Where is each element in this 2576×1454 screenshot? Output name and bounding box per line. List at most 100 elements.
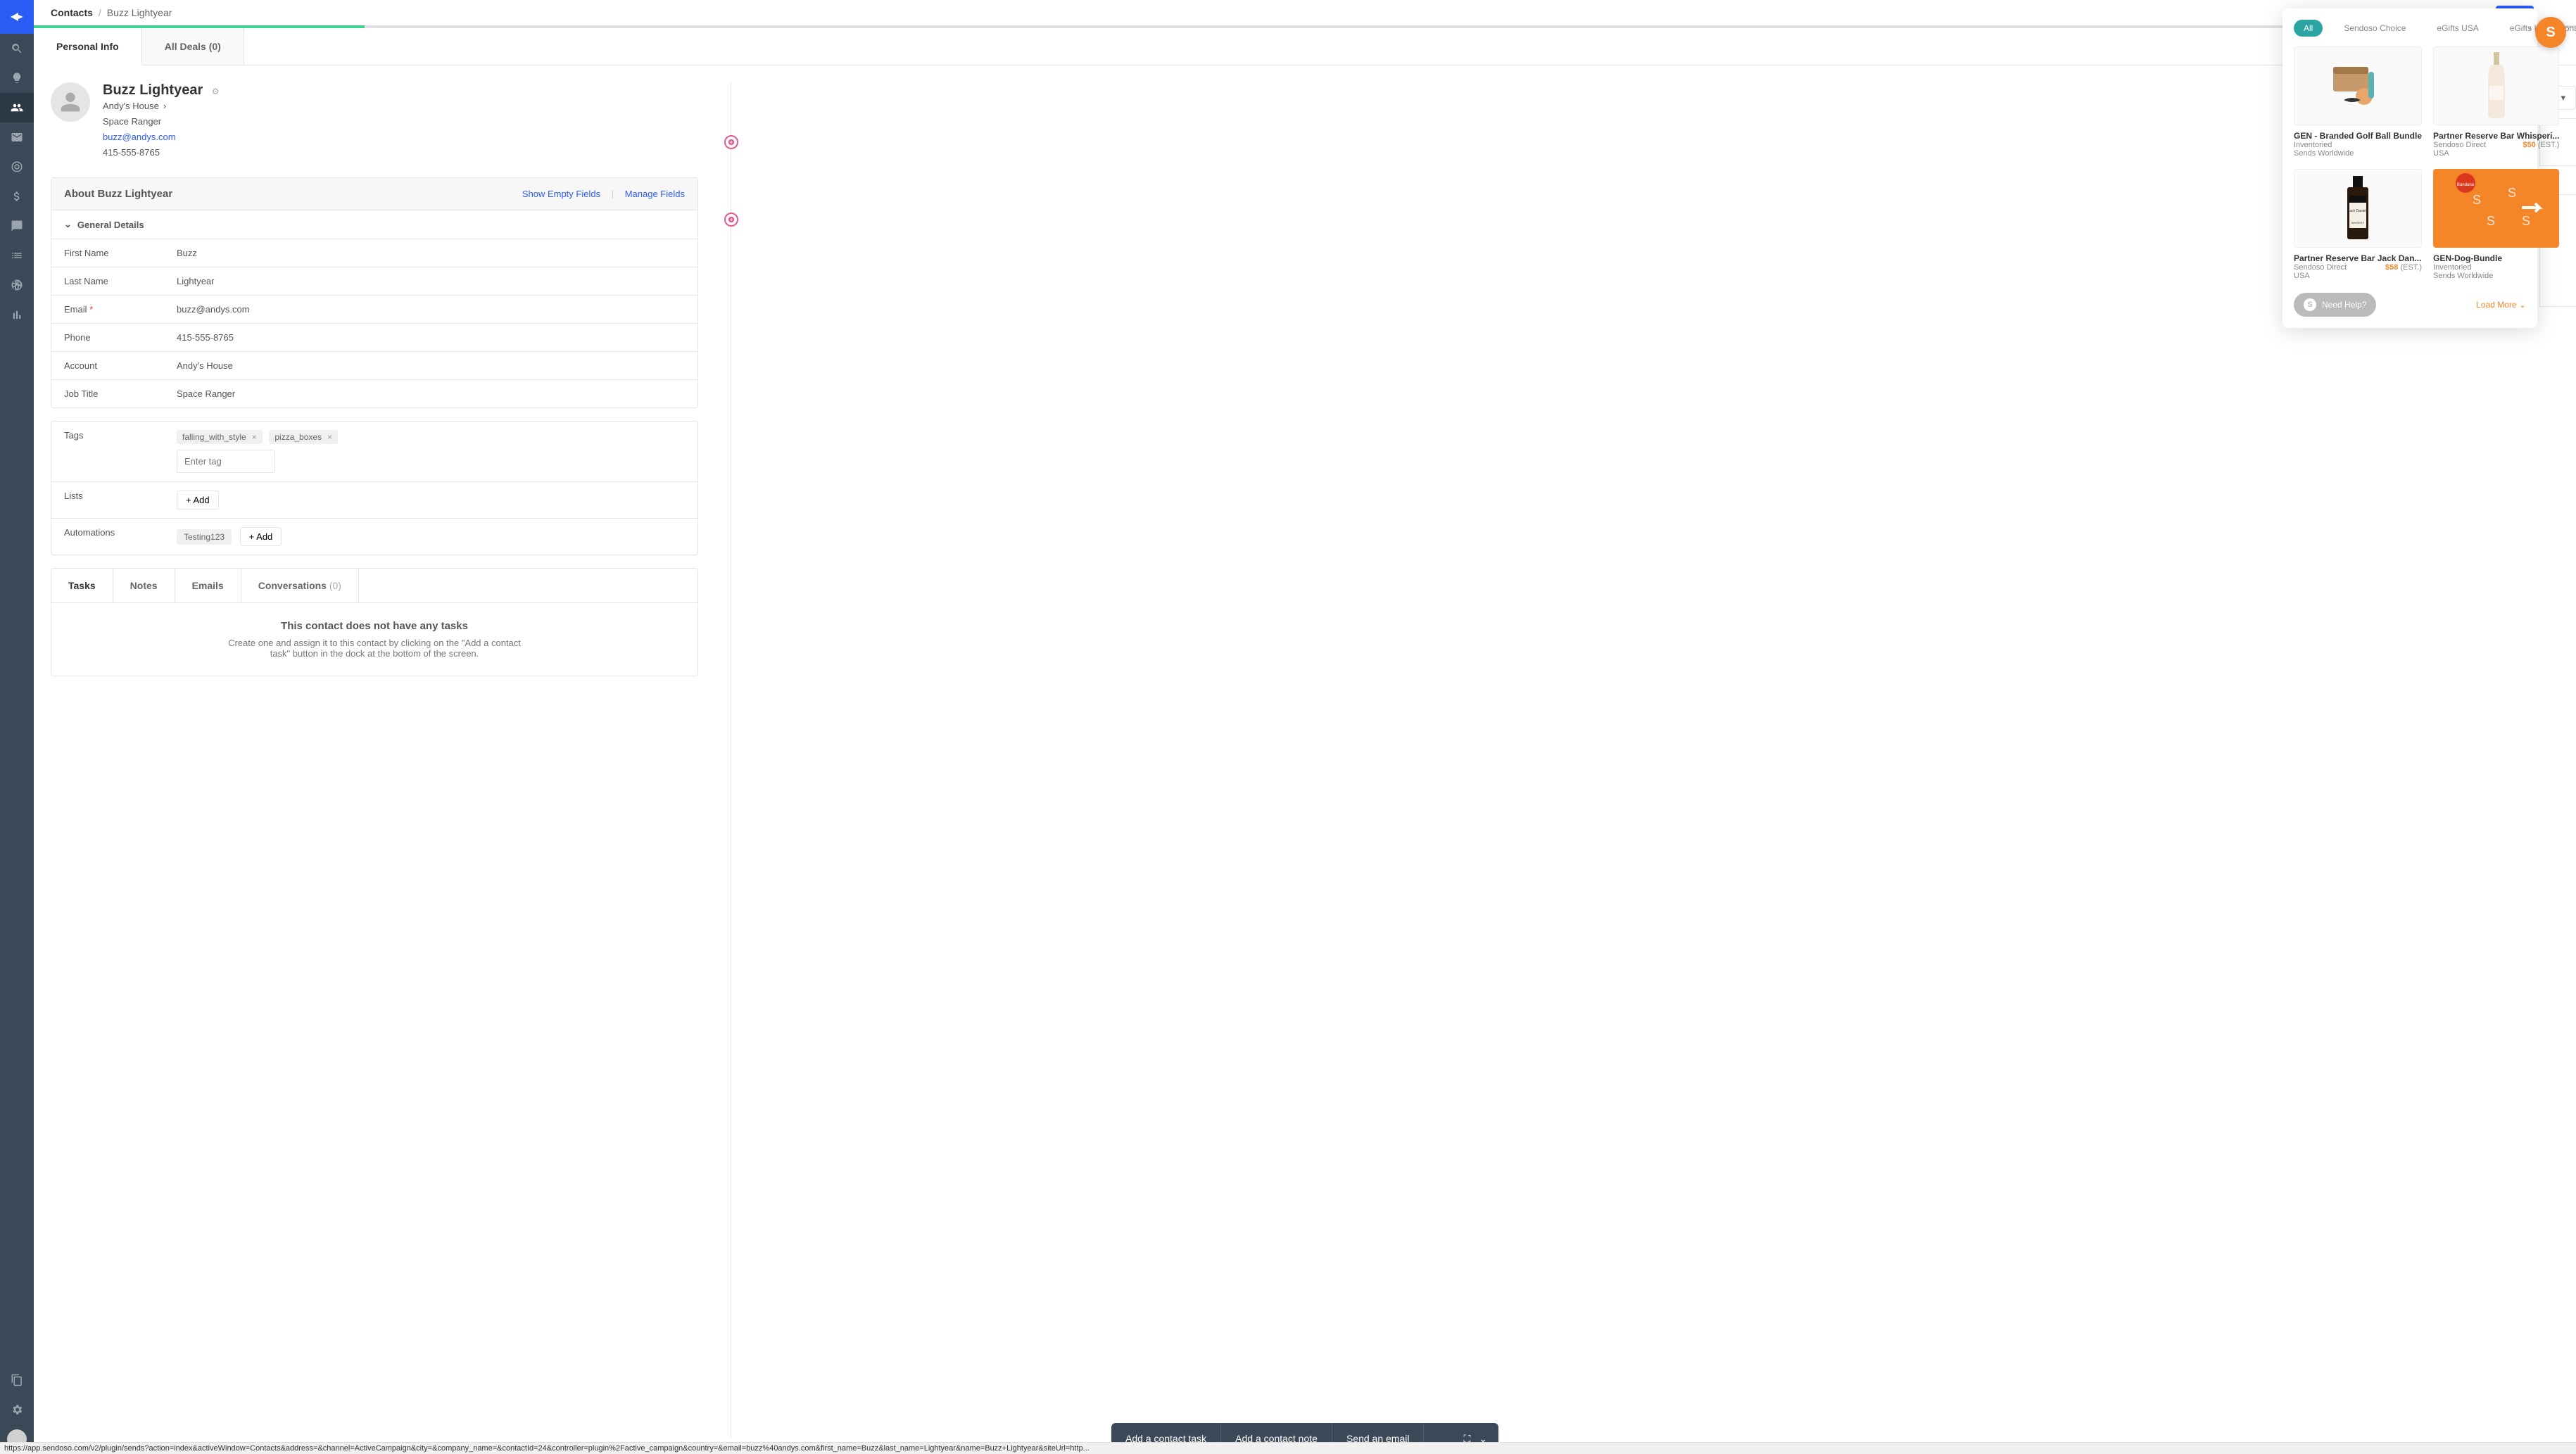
svg-text:S: S xyxy=(2508,186,2516,200)
sendoso-tab-all[interactable]: All xyxy=(2294,20,2323,37)
product-source: Inventoried xyxy=(2294,141,2354,149)
sidebar-email[interactable] xyxy=(0,122,34,152)
product-card[interactable]: BandanaSSSS GEN-Dog-Bundle Inventoried S… xyxy=(2433,169,2559,280)
add-list-button[interactable]: + Add xyxy=(177,491,219,510)
contact-email-link[interactable]: buzz@andys.com xyxy=(103,132,176,142)
tag-chip: falling_with_style× xyxy=(177,430,263,444)
activity-tab-notes[interactable]: Notes xyxy=(113,569,175,602)
sendoso-tab-choice[interactable]: Sendoso Choice xyxy=(2334,20,2416,37)
product-card[interactable]: GEN - Branded Golf Ball Bundle Inventori… xyxy=(2294,46,2422,158)
chevron-right-icon: › xyxy=(163,99,166,114)
field-value[interactable]: Lightyear xyxy=(177,276,214,286)
sendoso-small-icon: S xyxy=(2304,298,2316,311)
breadcrumb-separator: / xyxy=(99,7,101,18)
product-card[interactable]: Jack Daniels WHISKEY Partner Reserve Bar … xyxy=(2294,169,2422,280)
product-region: Sends Worldwide xyxy=(2433,272,2493,280)
field-value[interactable]: 415-555-8765 xyxy=(177,332,234,343)
sidebar-search[interactable] xyxy=(0,34,34,63)
show-empty-fields-link[interactable]: Show Empty Fields xyxy=(522,189,600,199)
app-logo[interactable] xyxy=(0,0,34,34)
product-title: GEN - Branded Golf Ball Bundle xyxy=(2294,131,2422,141)
avatar xyxy=(51,82,90,122)
chevron-down-icon: ⌄ xyxy=(64,219,72,230)
sendoso-tab-egifts-usa[interactable]: eGifts USA xyxy=(2427,20,2488,37)
field-value[interactable]: buzz@andys.com xyxy=(177,304,250,315)
lists-label: Lists xyxy=(64,491,177,510)
load-more-link[interactable]: Load More ⌄ xyxy=(2476,300,2526,310)
progress-bar xyxy=(34,25,2576,28)
general-details-toggle[interactable]: ⌄ General Details xyxy=(51,210,697,239)
add-automation-button[interactable]: + Add xyxy=(240,527,282,546)
field-value[interactable]: Buzz xyxy=(177,248,197,258)
sendoso-panel: All Sendoso Choice eGifts USA eGifts Int… xyxy=(2283,8,2537,328)
status-bar: https://app.sendoso.com/v2/plugin/sends?… xyxy=(0,1442,2576,1454)
tag-chip: pizza_boxes× xyxy=(269,430,338,444)
field-label: Last Name xyxy=(64,276,177,286)
field-value[interactable]: Andy's House xyxy=(177,360,233,371)
activity-tab-tasks[interactable]: Tasks xyxy=(51,569,113,602)
field-label: Job Title xyxy=(64,388,177,399)
product-title: GEN-Dog-Bundle xyxy=(2433,253,2559,263)
timeline-event[interactable] xyxy=(724,213,738,227)
contact-company-link[interactable]: Andy's House › xyxy=(103,99,219,114)
sidebar-conversations[interactable] xyxy=(0,211,34,241)
product-source: Sendoso Direct xyxy=(2294,263,2347,272)
need-help-button[interactable]: S Need Help? xyxy=(2294,293,2376,317)
sidebar-reports[interactable] xyxy=(0,300,34,329)
about-heading: About Buzz Lightyear xyxy=(64,188,172,200)
product-image: Jack Daniels WHISKEY xyxy=(2294,169,2422,248)
field-label: Phone xyxy=(64,332,177,343)
activity-tab-conversations[interactable]: Conversations (0) xyxy=(241,569,359,602)
sendoso-fab[interactable]: S xyxy=(2535,17,2566,48)
automation-chip[interactable]: Testing123 xyxy=(177,529,232,545)
sidebar-lists[interactable] xyxy=(0,241,34,270)
product-title: Partner Reserve Bar Whisperi... xyxy=(2433,131,2559,141)
svg-text:Jack Daniels: Jack Daniels xyxy=(2348,209,2368,213)
svg-text:Bandana: Bandana xyxy=(2457,183,2475,187)
svg-text:S: S xyxy=(2487,214,2495,228)
sidebar-ideas[interactable] xyxy=(0,63,34,93)
product-region: USA xyxy=(2433,149,2486,158)
tag-remove-icon[interactable]: × xyxy=(327,432,332,442)
sidebar-site[interactable] xyxy=(0,270,34,300)
manage-fields-link[interactable]: Manage Fields xyxy=(625,189,685,199)
product-image xyxy=(2294,46,2422,125)
product-region: Sends Worldwide xyxy=(2294,149,2354,158)
breadcrumb-root[interactable]: Contacts xyxy=(51,7,93,18)
product-price: $50 xyxy=(2523,141,2535,149)
empty-title: This contact does not have any tasks xyxy=(68,620,681,632)
product-card[interactable]: Partner Reserve Bar Whisperi... Sendoso … xyxy=(2433,46,2559,158)
tags-label: Tags xyxy=(64,430,177,441)
activity-tab-emails[interactable]: Emails xyxy=(175,569,241,602)
field-label: Account xyxy=(64,360,177,371)
sidebar-target[interactable] xyxy=(0,152,34,182)
svg-text:S: S xyxy=(2473,193,2481,207)
svg-text:S: S xyxy=(2522,214,2530,228)
product-title: Partner Reserve Bar Jack Dan... xyxy=(2294,253,2422,263)
field-label: First Name xyxy=(64,248,177,258)
tag-input[interactable] xyxy=(177,450,275,473)
sidebar-deals[interactable] xyxy=(0,182,34,211)
tags-panel: Tags falling_with_style× pizza_boxes× Li… xyxy=(51,421,698,555)
contact-phone: 415-555-8765 xyxy=(103,145,219,160)
product-source: Inventoried xyxy=(2433,263,2493,272)
timeline-event[interactable] xyxy=(724,135,738,149)
sidebar-contacts[interactable] xyxy=(0,93,34,122)
chevron-right-icon[interactable]: › xyxy=(2529,23,2532,33)
sidebar-settings[interactable] xyxy=(0,1395,34,1424)
detail-tabs: Personal Info All Deals (0) xyxy=(34,28,2576,65)
tab-personal-info[interactable]: Personal Info xyxy=(34,28,142,65)
empty-description: Create one and assign it to this contact… xyxy=(220,638,529,659)
tab-all-deals[interactable]: All Deals (0) xyxy=(142,28,244,65)
svg-text:WHISKEY: WHISKEY xyxy=(2351,221,2365,225)
main-sidebar xyxy=(0,0,34,1454)
sidebar-copy[interactable] xyxy=(0,1365,34,1395)
breadcrumb-current: Buzz Lightyear xyxy=(107,7,172,18)
field-value[interactable]: Space Ranger xyxy=(177,388,235,399)
breadcrumb: Contacts / Buzz Lightyear xyxy=(34,0,2576,25)
contact-title: Space Ranger xyxy=(103,114,219,129)
contact-name: Buzz Lightyear xyxy=(103,82,203,99)
tag-remove-icon[interactable]: × xyxy=(252,432,257,442)
gear-icon[interactable]: ⚙ xyxy=(212,87,220,96)
product-image: BandanaSSSS xyxy=(2433,169,2559,248)
